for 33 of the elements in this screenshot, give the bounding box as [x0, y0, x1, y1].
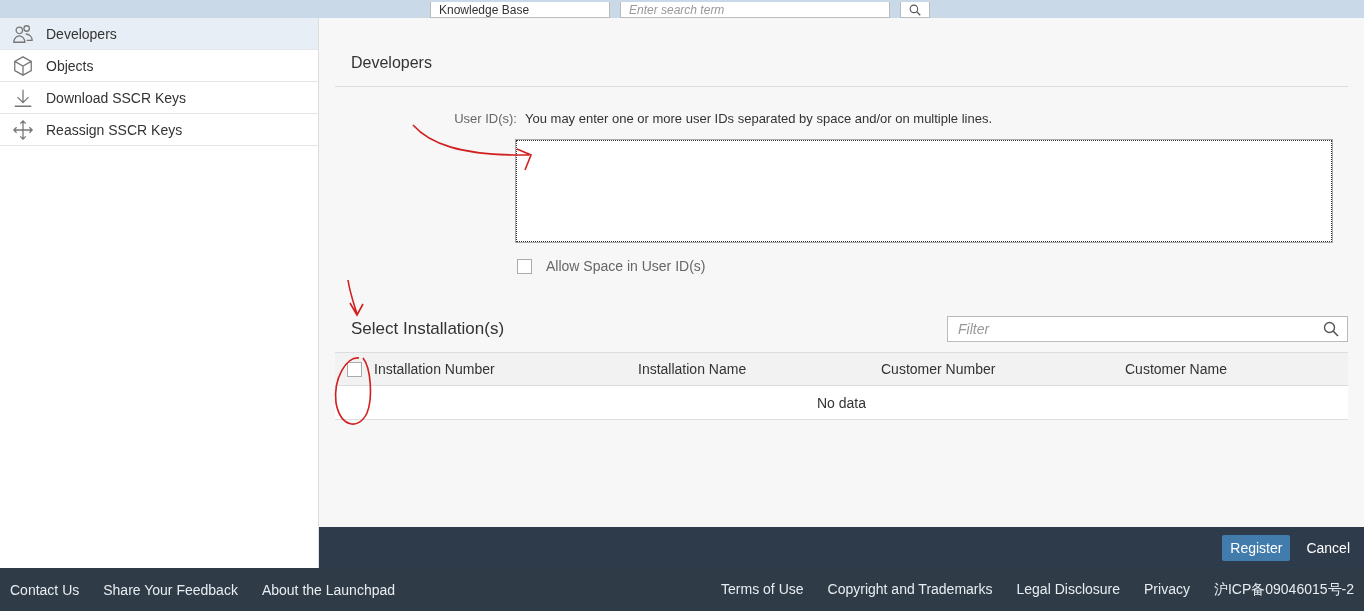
- footer-link[interactable]: Privacy: [1144, 580, 1190, 599]
- footer-link[interactable]: Legal Disclosure: [1016, 580, 1120, 599]
- footer-link[interactable]: Terms of Use: [721, 580, 804, 599]
- field-label: User ID(s):: [453, 111, 518, 126]
- register-button[interactable]: Register: [1222, 534, 1291, 561]
- filter-field[interactable]: Filter: [947, 316, 1348, 342]
- select-all-checkbox[interactable]: [347, 361, 362, 377]
- checkbox[interactable]: [517, 258, 532, 274]
- column-header: Customer Number: [881, 361, 996, 377]
- section-title: Select Installation(s): [351, 319, 505, 339]
- move-icon: [12, 118, 34, 141]
- cancel-button[interactable]: Cancel: [1298, 534, 1358, 561]
- footer-link[interactable]: Share Your Feedback: [103, 581, 238, 598]
- column-header: Installation Name: [638, 361, 747, 377]
- footer-link[interactable]: About the Launchpad: [261, 581, 396, 598]
- sidebar-item[interactable]: Developers: [0, 18, 318, 50]
- footer-link[interactable]: Copyright and Trademarks: [827, 580, 993, 599]
- footer-link[interactable]: Contact Us: [10, 581, 80, 598]
- footer-link[interactable]: 沪ICP备09046015号-2: [1213, 580, 1354, 599]
- scope-dropdown[interactable]: Knowledge Base: [430, 2, 610, 18]
- search-icon: [909, 3, 921, 16]
- column-header: Customer Name: [1125, 361, 1227, 377]
- column-header: Installation Number: [374, 361, 495, 377]
- section-title: Developers: [335, 30, 1348, 87]
- search-icon: [1323, 321, 1339, 337]
- user-ids-field[interactable]: [516, 140, 1332, 242]
- cube-icon: [12, 54, 34, 77]
- search-button[interactable]: [900, 2, 930, 18]
- search-field[interactable]: Enter search term: [620, 2, 890, 18]
- field-hint: You may enter one or more user IDs separated by space and/or on multiple lines.: [525, 111, 993, 126]
- empty-table-text: No data: [335, 386, 1348, 420]
- checkbox-label: Allow Space in User ID(s): [546, 258, 706, 274]
- people-icon: [12, 22, 34, 45]
